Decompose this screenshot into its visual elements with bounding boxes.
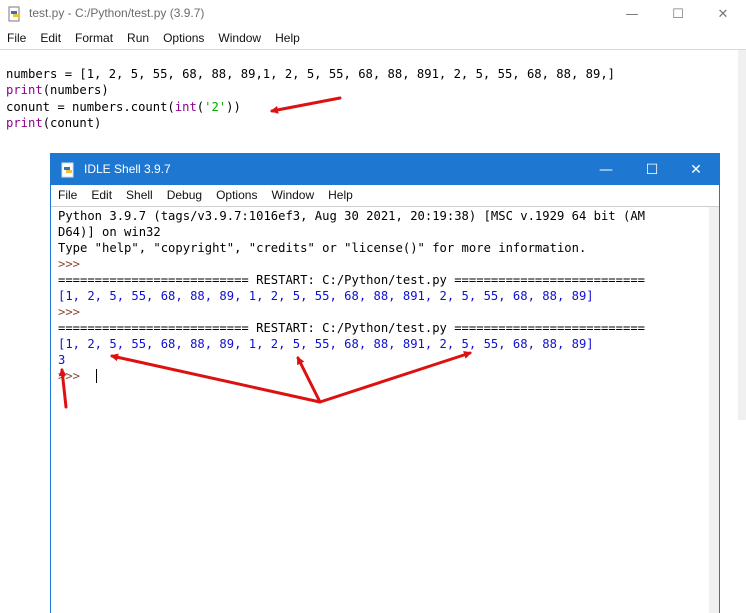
menu-run[interactable]: Run bbox=[120, 29, 156, 48]
minimize-icon: — bbox=[625, 6, 639, 22]
count-output-line: 3 bbox=[58, 353, 66, 367]
maximize-icon: ☐ bbox=[672, 6, 684, 22]
shell-prompt: >>> bbox=[58, 257, 81, 271]
editor-scrollbar[interactable] bbox=[738, 50, 746, 420]
shell-menu-separator bbox=[51, 206, 719, 207]
restart-line: ========================== RESTART: C:/P… bbox=[58, 273, 645, 287]
shell-menu-options[interactable]: Options bbox=[209, 185, 264, 206]
shell-prompt: >>> bbox=[58, 305, 81, 319]
active-prompt-line[interactable]: >>> bbox=[58, 368, 708, 384]
shell-title: IDLE Shell 3.9.7 bbox=[84, 162, 171, 176]
menu-options[interactable]: Options bbox=[156, 29, 211, 48]
shell-output-area[interactable]: Python 3.9.7 (tags/v3.9.7:1016ef3, Aug 3… bbox=[58, 208, 708, 608]
minimize-button[interactable]: — bbox=[609, 0, 655, 28]
shell-menu-debug[interactable]: Debug bbox=[160, 185, 209, 206]
banner-line-1: Python 3.9.7 (tags/v3.9.7:1016ef3, Aug 3… bbox=[58, 209, 645, 223]
idle-app-icon bbox=[61, 162, 74, 178]
code-line-4: print(conunt) bbox=[6, 115, 102, 130]
banner-line-3: Type "help", "copyright", "credits" or "… bbox=[58, 241, 587, 255]
minimize-icon: — bbox=[599, 161, 613, 178]
code-line-3: conunt = numbers.count(int('2')) bbox=[6, 99, 241, 114]
output-line: [1, 2, 5, 55, 68, 88, 89, 1, 2, 5, 55, 6… bbox=[58, 337, 594, 351]
editor-title: test.py - C:/Python/test.py (3.9.7) bbox=[29, 6, 205, 20]
menu-edit[interactable]: Edit bbox=[33, 29, 68, 48]
shell-menu-edit[interactable]: Edit bbox=[84, 185, 119, 206]
shell-titlebar[interactable]: IDLE Shell 3.9.7 — ☐ ✕ bbox=[51, 154, 719, 185]
menu-help[interactable]: Help bbox=[268, 29, 307, 48]
shell-menu-file[interactable]: File bbox=[51, 185, 84, 206]
maximize-icon: ☐ bbox=[645, 161, 659, 178]
close-button[interactable]: ✕ bbox=[700, 0, 746, 28]
shell-menubar: File Edit Shell Debug Options Window Hel… bbox=[51, 185, 719, 206]
text-cursor bbox=[96, 369, 98, 383]
python-file-icon bbox=[8, 6, 20, 22]
banner-line-2: D64)] on win32 bbox=[58, 225, 161, 239]
menu-file[interactable]: File bbox=[0, 29, 33, 48]
shell-menu-window[interactable]: Window bbox=[264, 185, 321, 206]
shell-prompt: >>> bbox=[58, 369, 81, 383]
shell-close-button[interactable]: ✕ bbox=[673, 154, 719, 185]
code-line-2: print(numbers) bbox=[6, 83, 109, 98]
shell-menu-help[interactable]: Help bbox=[321, 185, 360, 206]
close-icon: ✕ bbox=[717, 6, 729, 22]
editor-menubar: File Edit Format Run Options Window Help bbox=[0, 29, 746, 48]
menu-format[interactable]: Format bbox=[68, 29, 120, 48]
shell-maximize-button[interactable]: ☐ bbox=[629, 154, 675, 185]
code-editor[interactable]: numbers = [1, 2, 5, 55, 68, 88, 89,1, 2,… bbox=[6, 66, 615, 131]
maximize-button[interactable]: ☐ bbox=[655, 0, 701, 28]
menu-window[interactable]: Window bbox=[211, 29, 268, 48]
shell-menu-shell[interactable]: Shell bbox=[119, 185, 160, 206]
output-line: [1, 2, 5, 55, 68, 88, 89, 1, 2, 5, 55, 6… bbox=[58, 289, 594, 303]
editor-titlebar[interactable]: test.py - C:/Python/test.py (3.9.7) — ☐ … bbox=[0, 0, 746, 28]
restart-line: ========================== RESTART: C:/P… bbox=[58, 321, 645, 335]
code-line-1: numbers = [1, 2, 5, 55, 68, 88, 89,1, 2,… bbox=[6, 67, 616, 81]
shell-minimize-button[interactable]: — bbox=[583, 154, 629, 185]
shell-window: IDLE Shell 3.9.7 — ☐ ✕ File Edit Shell D… bbox=[50, 153, 720, 613]
close-icon: ✕ bbox=[690, 161, 702, 178]
shell-scrollbar[interactable] bbox=[709, 207, 719, 613]
menu-separator bbox=[0, 49, 746, 50]
